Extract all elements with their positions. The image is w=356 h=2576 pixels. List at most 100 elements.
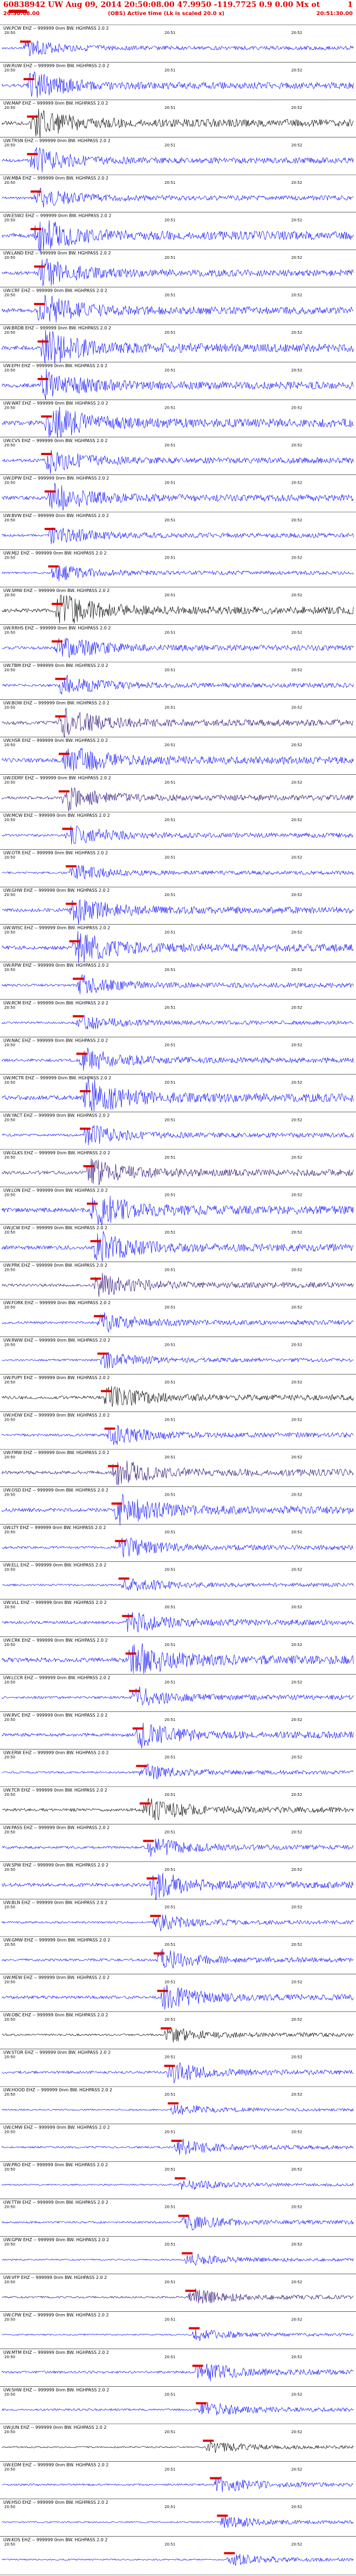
p-pick-marker bbox=[153, 1952, 165, 1955]
waveform-trace bbox=[2, 368, 354, 400]
p-pick-marker bbox=[139, 1802, 150, 1805]
p-pick-marker bbox=[167, 2102, 179, 2105]
time-tick-label: 20:51 bbox=[165, 1755, 175, 1759]
trace-label: UW.RWW EHZ -- 999999 0nm BW. HGHPASS 2.0… bbox=[3, 1338, 110, 1343]
waveform-trace bbox=[2, 1643, 354, 1674]
trace-label: UW.RUW EHZ -- 999999 0nm BW. HGHPASS 2.0… bbox=[3, 64, 109, 68]
p-pick-marker bbox=[44, 490, 56, 493]
time-tick-label: 20:50 bbox=[4, 893, 15, 897]
time-tick-label: 20:50 bbox=[4, 330, 15, 335]
time-tick-label: 20:51 bbox=[165, 405, 175, 410]
waveform-trace bbox=[2, 1686, 354, 1706]
time-tick-label: 20:52 bbox=[291, 1530, 302, 1534]
p-pick-marker bbox=[37, 340, 49, 343]
trace-label: UW.GMW EHZ -- 999999 0nm BW. HGHPASS 2.0… bbox=[3, 1938, 110, 1943]
time-tick-label: 20:51 bbox=[165, 931, 175, 935]
trace-label: UW.MAP EHZ -- 999999 0nm BW. HGHPASS 2.0… bbox=[3, 101, 108, 106]
trace-label: UW.GPW EHZ -- 999999 0nm BW. HGHPASS 2.0… bbox=[3, 2237, 109, 2242]
time-tick-label: 20:52 bbox=[291, 2017, 302, 2022]
time-tick-label: 20:51 bbox=[165, 893, 175, 897]
time-tick-label: 20:51 bbox=[165, 1568, 175, 1572]
waveform-trace bbox=[2, 2329, 354, 2341]
time-tick-label: 20:51 bbox=[165, 1643, 175, 1647]
waveform-trace bbox=[2, 1272, 354, 1297]
waveform-trace bbox=[2, 674, 354, 695]
time-tick-label: 20:52 bbox=[291, 1905, 302, 1909]
waveform-trace bbox=[2, 787, 354, 811]
waveform-trace bbox=[2, 1352, 354, 1369]
time-tick-label: 20:51 bbox=[165, 106, 175, 110]
time-tick-label: 20:50 bbox=[4, 405, 15, 410]
waveform-trace bbox=[2, 1537, 354, 1558]
time-tick-label: 20:50 bbox=[4, 2055, 15, 2060]
time-tick-label: 20:50 bbox=[4, 2467, 15, 2471]
time-tick-label: 20:50 bbox=[4, 2167, 15, 2172]
waveform-trace bbox=[2, 71, 354, 98]
time-tick-label: 20:51 bbox=[165, 1605, 175, 1609]
p-pick-marker bbox=[90, 1240, 101, 1243]
trace-label: UW.RVC EHZ -- 999999 0nm BW. HGHPASS 2.0… bbox=[3, 1713, 107, 1718]
p-pick-marker bbox=[76, 1052, 87, 1055]
waveform-trace bbox=[2, 2364, 354, 2381]
time-tick-label: 20:52 bbox=[291, 1268, 302, 1272]
time-tick-label: 20:50 bbox=[4, 856, 15, 860]
time-tick-label: 20:50 bbox=[4, 518, 15, 522]
p-pick-marker bbox=[118, 1577, 129, 1580]
time-tick-label: 20:52 bbox=[291, 856, 302, 860]
time-tick-label: 20:52 bbox=[291, 2167, 302, 2172]
time-tick-label: 20:51 bbox=[165, 1155, 175, 1160]
time-tick-label: 20:51 bbox=[165, 2092, 175, 2097]
trace-label: UW.NAC EHZ -- 999999 0nm BW. HGHPASS 2.0… bbox=[3, 1038, 108, 1043]
time-tick-label: 20:50 bbox=[4, 931, 15, 935]
p-pick-marker bbox=[132, 1727, 143, 1730]
trace-label: UW.GHW EHZ -- 999999 0nm BW. HGHPASS 2.0… bbox=[3, 888, 109, 893]
p-pick-marker bbox=[94, 1315, 105, 1318]
p-pick-marker bbox=[97, 1352, 108, 1355]
waveform-trace bbox=[2, 1312, 354, 1333]
time-tick-label: 20:52 bbox=[291, 443, 302, 447]
trace-label: UW.LTY EHZ -- 999999 0nm BW. HGHPASS 2.0… bbox=[3, 1525, 106, 1530]
time-tick-label: 20:52 bbox=[291, 2055, 302, 2060]
time-tick-label: 20:52 bbox=[291, 630, 302, 635]
p-pick-marker bbox=[178, 2214, 189, 2217]
time-tick-label: 20:51 bbox=[165, 443, 175, 447]
waveform-trace bbox=[2, 2288, 354, 2304]
trace-label: UW.OSD EHZ -- 999999 0nm BW. HGHPASS 2.0… bbox=[3, 1488, 108, 1493]
p-pick-marker bbox=[171, 2139, 182, 2142]
time-tick-label: 20:52 bbox=[291, 2430, 302, 2434]
p-pick-marker bbox=[72, 1015, 84, 1017]
trace-label: UW.BRDB EHZ -- 999999 0nm BW. HGHPASS 2.… bbox=[3, 326, 111, 330]
time-tick-label: 20:51 bbox=[165, 1868, 175, 1872]
time-tick-label: 20:52 bbox=[291, 1830, 302, 1834]
time-tick-label: 20:51 bbox=[165, 181, 175, 185]
trace-label: UW.VLL EHZ -- 999999 0nm BW. HGHPASS 2.0… bbox=[3, 1600, 107, 1605]
time-tick-label: 20:50 bbox=[4, 1943, 15, 1947]
time-tick-label: 20:52 bbox=[291, 2542, 302, 2546]
p-pick-marker bbox=[48, 565, 59, 568]
p-pick-marker bbox=[129, 1690, 140, 1692]
trace-label: UW.CRK EHZ -- 999999 0nm BW. HGHPASS 2.0… bbox=[3, 1638, 108, 1643]
trace-label: UW.JCW EHZ -- 999999 0nm BW. HGHPASS 2.0… bbox=[3, 1225, 107, 1230]
waveform-trace bbox=[2, 1914, 354, 1931]
waveform-trace bbox=[2, 450, 354, 474]
time-tick-label: 20:51 bbox=[165, 856, 175, 860]
time-tick-label: 20:50 bbox=[4, 1530, 15, 1534]
time-tick-label: 20:52 bbox=[291, 1643, 302, 1647]
waveform-trace bbox=[2, 1985, 354, 2010]
trace-label: UW.ERW EHZ -- 999999 0nm BW. HGHPASS 2.0… bbox=[3, 1750, 108, 1755]
waveform-trace bbox=[2, 1386, 354, 1407]
p-pick-marker bbox=[87, 1202, 98, 1205]
trace-label: UW.DPW EHZ -- 999999 0nm BW. HGHPASS 2.0… bbox=[3, 476, 109, 480]
time-tick-label: 20:51 bbox=[165, 1380, 175, 1385]
time-tick-label: 20:51 bbox=[165, 1793, 175, 1797]
time-tick-label: 20:52 bbox=[291, 480, 302, 485]
trace-label: UW.BLN EHZ -- 999999 0nm BW. HGHPASS 2.0… bbox=[3, 1900, 107, 1905]
p-pick-marker bbox=[41, 415, 52, 418]
p-pick-marker bbox=[108, 1465, 119, 1468]
time-tick-label: 20:50 bbox=[4, 668, 15, 672]
waveform-trace bbox=[2, 1493, 354, 1526]
p-pick-marker bbox=[143, 1840, 154, 1842]
time-tick-label: 20:52 bbox=[291, 1380, 302, 1385]
trace-label: UW.OTR EHZ -- 999999 0nm BW. HGHPASS 2.0… bbox=[3, 851, 108, 856]
time-tick-label: 20:51 bbox=[165, 2542, 175, 2546]
